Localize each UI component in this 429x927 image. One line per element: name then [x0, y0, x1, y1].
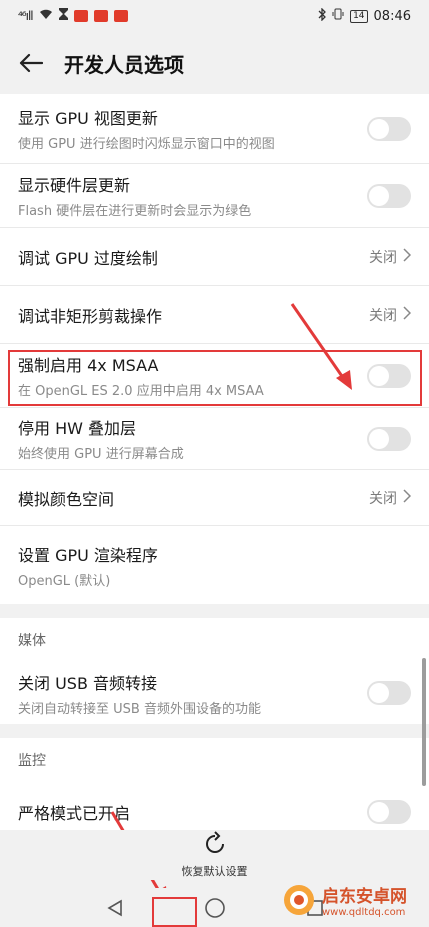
row-title: 调试 GPU 过度绘制 — [18, 248, 158, 268]
media-card: 媒体 关闭 USB 音频转接 关闭自动转接至 USB 音频外围设备的功能 — [0, 618, 429, 724]
section-header-media: 媒体 — [0, 618, 429, 662]
row-show-gpu-view-updates[interactable]: 显示 GPU 视图更新 使用 GPU 进行绘图时闪烁显示窗口中的视图 — [0, 94, 429, 164]
section-gap — [0, 604, 429, 618]
gpu-settings-card: 显示 GPU 视图更新 使用 GPU 进行绘图时闪烁显示窗口中的视图 显示硬件层… — [0, 94, 429, 604]
back-triangle-icon — [106, 899, 122, 916]
watermark: 启东安卓网 www.qdltdq.com — [282, 882, 407, 918]
back-arrow-icon[interactable] — [16, 48, 46, 78]
row-value: 关闭 — [369, 488, 412, 508]
usb-audio-toggle[interactable] — [367, 681, 411, 705]
monitor-card: 监控 严格模式已开启 — [0, 738, 429, 842]
chevron-right-icon — [403, 305, 412, 324]
hourglass-icon — [58, 8, 68, 24]
row-title: 设置 GPU 渲染程序 — [18, 545, 158, 565]
row-debug-non-rect-clip[interactable]: 调试非矩形剪裁操作 关闭 — [0, 286, 429, 344]
section-gap — [0, 724, 429, 738]
chevron-right-icon — [403, 247, 412, 266]
row-subtitle: OpenGL (默认) — [18, 573, 111, 589]
section-header-monitor: 监控 — [0, 738, 429, 782]
watermark-logo-icon — [284, 885, 314, 915]
scrollbar[interactable] — [422, 658, 426, 786]
row-simulate-color-space[interactable]: 模拟颜色空间 关闭 — [0, 470, 429, 526]
bluetooth-icon — [318, 6, 326, 25]
row-title: 显示硬件层更新 — [18, 176, 131, 195]
row-show-hw-layer-updates[interactable]: 显示硬件层更新 Flash 硬件层在进行更新时会显示为绿色 — [0, 164, 429, 228]
nav-home-button[interactable] — [195, 893, 235, 923]
status-bar: ⁴⁶ıll 14 08:46 — [0, 0, 429, 32]
battery-icon: 14 — [350, 9, 368, 23]
row-value-text: 关闭 — [369, 490, 397, 507]
row-force-4x-msaa[interactable]: 强制启用 4x MSAA 在 OpenGL ES 2.0 应用中启用 4x MS… — [0, 344, 429, 408]
chevron-right-icon — [403, 488, 412, 507]
watermark-title: 启东安卓网 — [322, 887, 407, 907]
row-value: 关闭 — [369, 305, 412, 325]
gpu-view-updates-toggle[interactable] — [367, 116, 411, 141]
status-time: 08:46 — [373, 8, 411, 24]
watermark-url: www.qdltdq.com — [322, 907, 406, 918]
app-notification-icon — [73, 10, 88, 22]
row-title: 模拟颜色空间 — [18, 489, 115, 509]
row-disable-hw-overlays[interactable]: 停用 HW 叠加层 始终使用 GPU 进行屏幕合成 — [0, 408, 429, 470]
restore-defaults-button[interactable]: 恢复默认设置 — [0, 830, 429, 880]
restore-icon — [202, 831, 228, 861]
row-value-text: 关闭 — [369, 249, 397, 266]
row-subtitle: 在 OpenGL ES 2.0 应用中启用 4x MSAA — [18, 384, 264, 399]
app-notification-icon-2 — [93, 10, 108, 22]
home-circle-icon — [204, 897, 225, 918]
row-value: 关闭 — [369, 247, 412, 267]
vibrate-icon — [332, 8, 344, 24]
restore-defaults-label: 恢复默认设置 — [181, 865, 248, 878]
force-4x-msaa-toggle[interactable] — [367, 363, 411, 388]
app-notification-icon-3 — [113, 10, 128, 22]
app-bar: 开发人员选项 — [0, 32, 429, 94]
row-subtitle: 始终使用 GPU 进行屏幕合成 — [18, 447, 184, 462]
row-disable-usb-audio[interactable]: 关闭 USB 音频转接 关闭自动转接至 USB 音频外围设备的功能 — [0, 662, 429, 724]
strict-mode-toggle[interactable] — [367, 800, 411, 824]
nav-back-button[interactable] — [95, 893, 135, 923]
page-title: 开发人员选项 — [64, 52, 184, 77]
row-gpu-renderer[interactable]: 设置 GPU 渲染程序 OpenGL (默认) — [0, 526, 429, 604]
row-subtitle: 使用 GPU 进行绘图时闪烁显示窗口中的视图 — [18, 137, 275, 152]
signal-icon: ⁴⁶ıll — [18, 9, 34, 23]
row-subtitle: Flash 硬件层在进行更新时会显示为绿色 — [18, 204, 252, 219]
hw-layer-updates-toggle[interactable] — [367, 183, 411, 208]
row-title: 停用 HW 叠加层 — [18, 419, 137, 438]
row-debug-gpu-overdraw[interactable]: 调试 GPU 过度绘制 关闭 — [0, 228, 429, 286]
row-title: 严格模式已开启 — [18, 804, 131, 823]
row-title: 关闭 USB 音频转接 — [18, 673, 158, 693]
disable-hw-overlays-toggle[interactable] — [367, 426, 411, 451]
settings-list: 显示 GPU 视图更新 使用 GPU 进行绘图时闪烁显示窗口中的视图 显示硬件层… — [0, 94, 429, 842]
row-title: 调试非矩形剪裁操作 — [18, 306, 163, 326]
row-value-text: 关闭 — [369, 307, 397, 324]
row-title: 强制启用 4x MSAA — [18, 356, 159, 375]
row-subtitle: 关闭自动转接至 USB 音频外围设备的功能 — [18, 701, 261, 717]
row-title: 显示 GPU 视图更新 — [18, 109, 158, 128]
wifi-icon — [39, 8, 53, 24]
